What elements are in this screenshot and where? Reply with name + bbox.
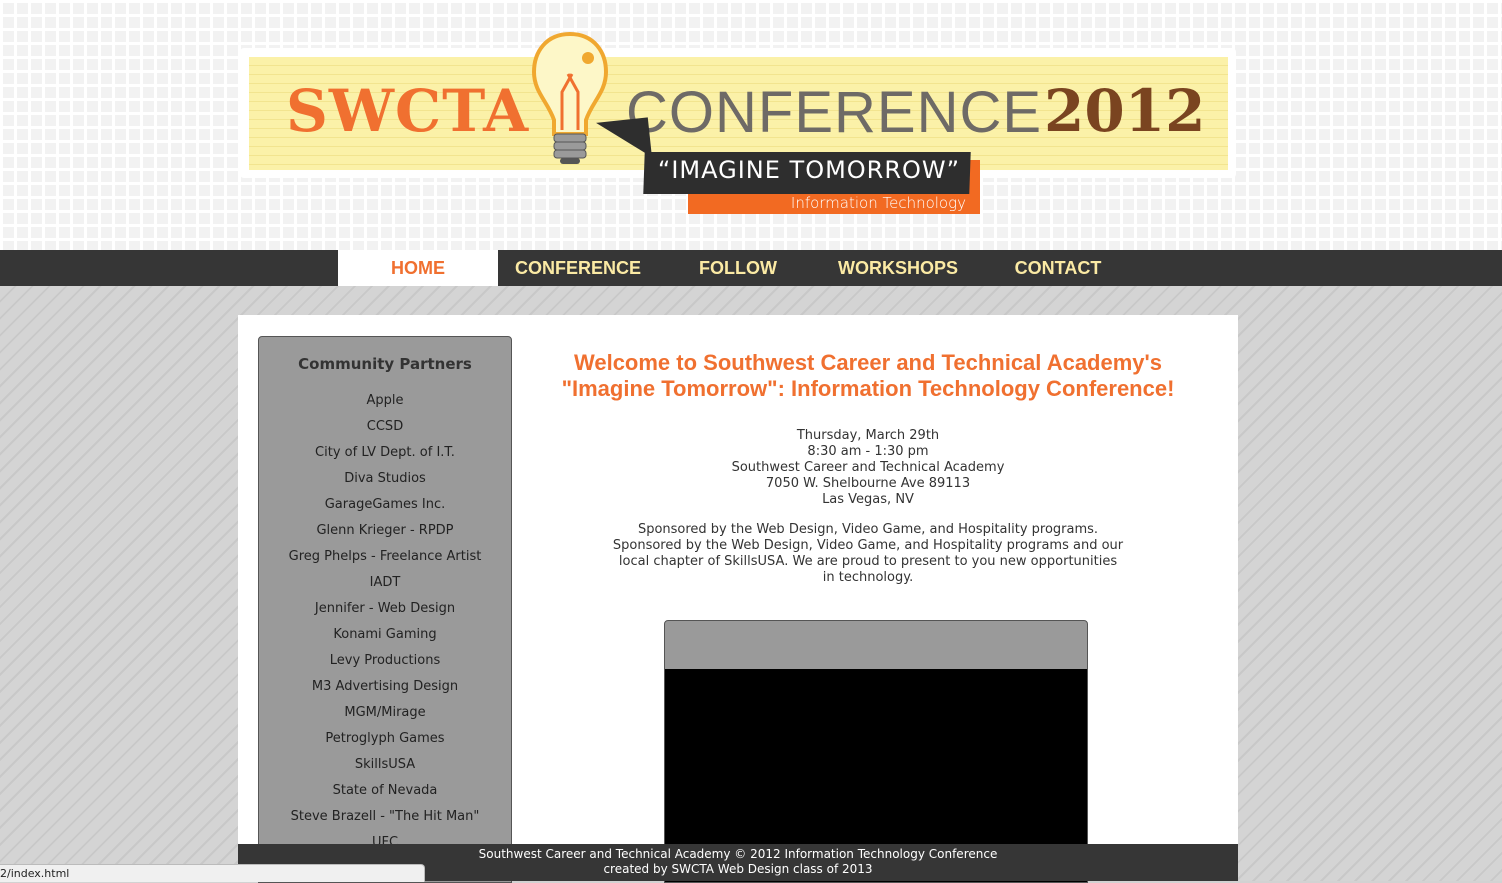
- event-details: Thursday, March 29th 8:30 am - 1:30 pm S…: [620, 428, 1116, 508]
- partner-item[interactable]: M3 Advertising Design: [259, 679, 511, 705]
- welcome-line-2: "Imagine Tomorrow": Information Technolo…: [561, 376, 1175, 401]
- community-partners-sidebar: Community Partners Apple CCSD City of LV…: [258, 336, 512, 883]
- partner-item[interactable]: Jennifer - Web Design: [259, 601, 511, 627]
- main-nav: HOME CONFERENCE FOLLOW WORKSHOPS CONTACT: [0, 250, 1502, 286]
- partner-item[interactable]: Glenn Krieger - RPDP: [259, 523, 511, 549]
- partner-item[interactable]: Petroglyph Games: [259, 731, 511, 757]
- event-time: 8:30 am - 1:30 pm: [807, 444, 929, 459]
- nav-item-contact[interactable]: CONTACT: [978, 250, 1138, 286]
- partner-item[interactable]: Konami Gaming: [259, 627, 511, 653]
- sponsor-text: Sponsored by the Web Design, Video Game,…: [612, 522, 1124, 586]
- event-street: 7050 W. Shelbourne Ave 89113: [765, 476, 971, 491]
- tagline-subtitle: Information Technology: [790, 194, 966, 212]
- partner-item[interactable]: City of LV Dept. of I.T.: [259, 445, 511, 471]
- event-city: Las Vegas, NV: [822, 492, 914, 507]
- partner-item[interactable]: SkillsUSA: [259, 757, 511, 783]
- partner-item[interactable]: State of Nevada: [259, 783, 511, 809]
- partner-item[interactable]: CCSD: [259, 419, 511, 445]
- partner-item[interactable]: Greg Phelps - Freelance Artist: [259, 549, 511, 575]
- nav-item-follow[interactable]: FOLLOW: [658, 250, 818, 286]
- nav-items: HOME CONFERENCE FOLLOW WORKSHOPS CONTACT: [338, 250, 1138, 286]
- partner-list: Apple CCSD City of LV Dept. of I.T. Diva…: [259, 393, 511, 861]
- nav-item-workshops[interactable]: WORKSHOPS: [818, 250, 978, 286]
- event-venue: Southwest Career and Technical Academy: [731, 460, 1005, 475]
- sponsor-long: Sponsored by the Web Design, Video Game,…: [612, 538, 1124, 585]
- logo-conference: CONFERENCE: [626, 80, 1043, 145]
- logo-swcta: SWCTA: [286, 77, 530, 145]
- browser-status-bar: 2/index.html: [0, 864, 425, 882]
- nav-item-conference[interactable]: CONFERENCE: [498, 250, 658, 286]
- sidebar-title: Community Partners: [298, 355, 472, 373]
- logo-year: 2012: [1044, 77, 1206, 145]
- nav-item-home[interactable]: HOME: [338, 250, 498, 286]
- partner-item[interactable]: MGM/Mirage: [259, 705, 511, 731]
- partner-item[interactable]: Steve Brazell - "The Hit Man": [259, 809, 511, 835]
- partner-item[interactable]: Apple: [259, 393, 511, 419]
- partner-item[interactable]: Levy Productions: [259, 653, 511, 679]
- partner-item[interactable]: IADT: [259, 575, 511, 601]
- welcome-line-1: Welcome to Southwest Career and Technica…: [573, 350, 1162, 375]
- event-date: Thursday, March 29th: [796, 428, 940, 443]
- footer-copyright: Southwest Career and Technical Academy ©…: [478, 847, 998, 861]
- partner-item[interactable]: Diva Studios: [259, 471, 511, 497]
- partner-item[interactable]: GarageGames Inc.: [259, 497, 511, 523]
- speech-pointer: [596, 117, 652, 163]
- welcome-heading: Welcome to Southwest Career and Technica…: [560, 350, 1176, 402]
- tagline-text: “IMAGINE TOMORROW”: [657, 156, 961, 184]
- sponsor-short: Sponsored by the Web Design, Video Game,…: [637, 522, 1099, 537]
